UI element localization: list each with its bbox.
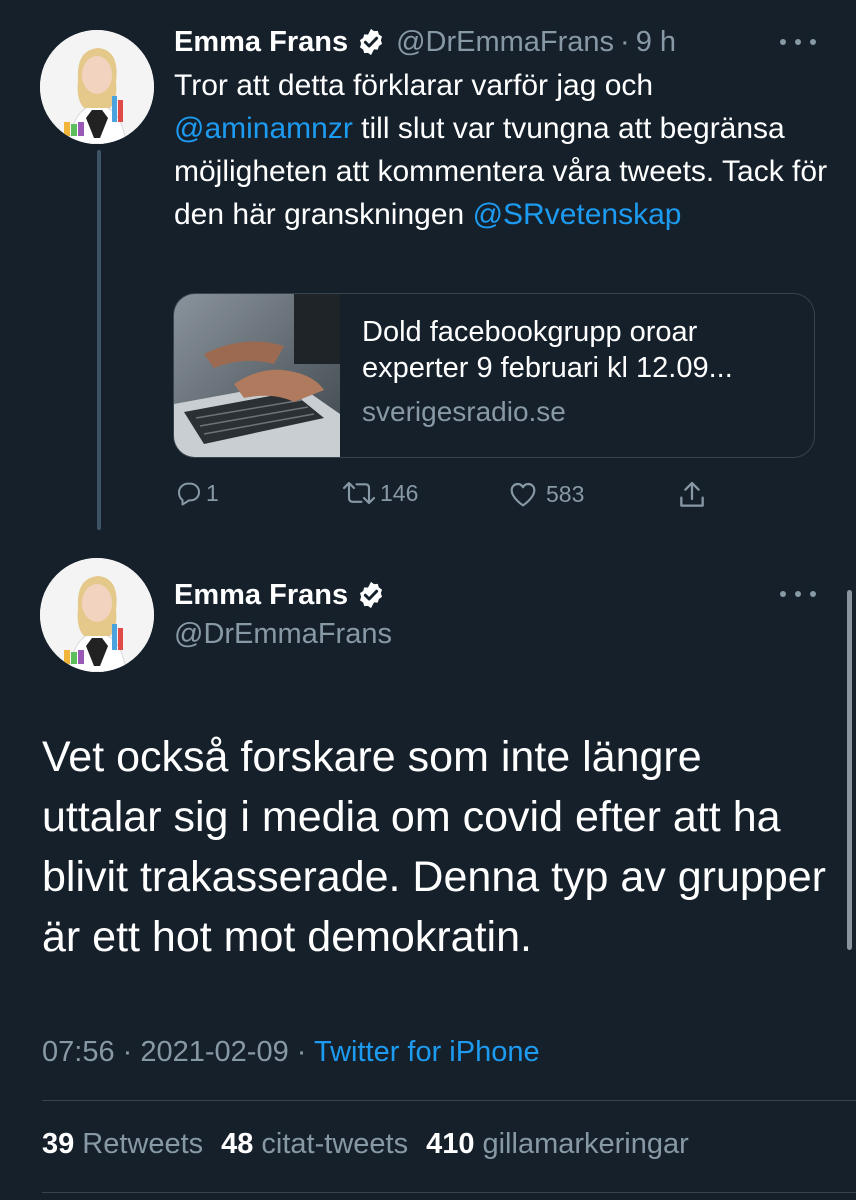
- reply-icon: [178, 482, 200, 506]
- tweet-text-part: Tror att detta förklarar varför jag och: [174, 69, 654, 102]
- tweet-time[interactable]: 9 h: [636, 26, 676, 59]
- link-preview-image: [174, 294, 340, 457]
- reply-button[interactable]: 1: [174, 478, 219, 508]
- separator-dot: ·: [114, 1036, 141, 1068]
- tweet-stats: 39 Retweets 48 citat-tweets 410 gillamar…: [42, 1128, 689, 1161]
- link-preview-card[interactable]: Dold facebookgrupp oroar experter 9 febr…: [173, 293, 815, 458]
- verified-badge-icon: [360, 28, 383, 56]
- retweets-label[interactable]: Retweets: [82, 1128, 203, 1161]
- tweet-detail-page: Emma Frans @DrEmmaFrans · 9 h Tror att d…: [0, 0, 856, 1200]
- avatar-photo: [40, 558, 154, 672]
- tweet-action-bar: 1 146 583: [0, 470, 856, 520]
- reply-tweet-text: Tror att detta förklarar varför jag och …: [174, 64, 834, 236]
- author-handle[interactable]: @DrEmmaFrans: [174, 618, 392, 651]
- mention-link[interactable]: @aminamnzr: [174, 112, 353, 145]
- link-preview-domain: sverigesradio.se: [362, 396, 566, 427]
- reply-tweet-header: Emma Frans @DrEmmaFrans · 9 h: [174, 22, 676, 62]
- link-preview-title: Dold facebookgrupp oroar experter 9 febr…: [362, 316, 733, 384]
- divider: [42, 1100, 856, 1101]
- more-options-icon[interactable]: [780, 588, 816, 600]
- quotes-count[interactable]: 48: [221, 1128, 253, 1161]
- author-handle[interactable]: @DrEmmaFrans: [396, 26, 614, 59]
- avatar-photo: [40, 30, 154, 144]
- heart-icon: [510, 482, 536, 507]
- likes-count[interactable]: 410: [426, 1128, 474, 1161]
- reply-count: 1: [206, 479, 219, 506]
- share-button[interactable]: [676, 478, 708, 512]
- separator-dot: ·: [620, 25, 630, 58]
- divider: [42, 1192, 856, 1193]
- author-name[interactable]: Emma Frans: [174, 26, 348, 59]
- like-button[interactable]: 583: [506, 478, 584, 510]
- likes-label[interactable]: gillamarkeringar: [482, 1128, 688, 1161]
- retweet-button[interactable]: 146: [340, 478, 418, 508]
- scrollbar[interactable]: [847, 590, 852, 950]
- tweet-source-link[interactable]: Twitter for iPhone: [314, 1036, 540, 1068]
- verified-badge-icon: [360, 581, 383, 609]
- quotes-label[interactable]: citat-tweets: [261, 1128, 408, 1161]
- author-name[interactable]: Emma Frans: [174, 579, 348, 612]
- main-tweet-author-row: Emma Frans: [174, 576, 396, 614]
- tweet-time: 07:56: [42, 1036, 115, 1068]
- share-icon: [680, 481, 704, 507]
- mention-link[interactable]: @SRvetenskap: [473, 198, 682, 231]
- retweet-icon: [342, 481, 376, 505]
- like-count: 583: [546, 480, 585, 507]
- tweet-date: 2021-02-09: [140, 1036, 289, 1068]
- retweets-count[interactable]: 39: [42, 1128, 74, 1161]
- avatar[interactable]: [40, 558, 154, 672]
- avatar[interactable]: [40, 30, 154, 144]
- retweet-count: 146: [380, 479, 419, 506]
- separator-dot: ·: [288, 1036, 314, 1068]
- tweet-metadata: 07:56 · 2021-02-09 · Twitter for iPhone: [42, 1036, 540, 1069]
- main-tweet-text: Vet också forskare som inte längre uttal…: [42, 733, 826, 961]
- more-options-icon[interactable]: [780, 36, 816, 48]
